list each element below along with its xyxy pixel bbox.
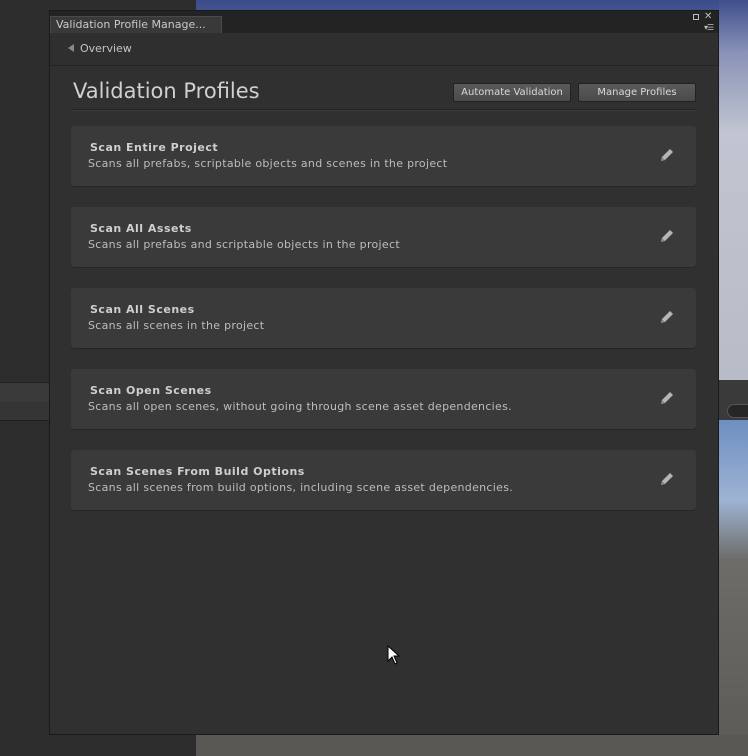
page-title: Validation Profiles (73, 79, 260, 103)
manage-profiles-button[interactable]: Manage Profiles (578, 83, 696, 102)
profile-name: Scan Open Scenes (90, 384, 212, 397)
profile-name: Scan All Assets (90, 222, 192, 235)
mouse-cursor-icon (387, 645, 401, 665)
scene-view-sky (719, 0, 748, 380)
menu-icon[interactable]: ▾☰ (704, 23, 714, 33)
editor-panel-header (0, 402, 50, 421)
profile-card[interactable]: Scan Entire Project Scans all prefabs, s… (71, 126, 696, 186)
breadcrumb: Overview (50, 33, 718, 66)
profile-list: Scan Entire Project Scans all prefabs, s… (71, 126, 696, 531)
pencil-icon[interactable] (658, 146, 676, 164)
profile-name: Scan Scenes From Build Options (90, 465, 305, 478)
scene-view-floor (196, 735, 748, 756)
profile-description: Scans all prefabs and scriptable objects… (88, 238, 400, 251)
profile-description: Scans all scenes in the project (88, 319, 265, 332)
profile-card[interactable]: Scan Scenes From Build Options Scans all… (71, 450, 696, 510)
title-divider (72, 109, 696, 111)
profile-description: Scans all open scenes, without going thr… (88, 400, 512, 413)
profile-card[interactable]: Scan Open Scenes Scans all open scenes, … (71, 369, 696, 429)
chevron-left-icon[interactable] (68, 44, 74, 52)
scene-search-field[interactable] (727, 404, 748, 418)
close-icon[interactable]: ✕ (704, 12, 712, 22)
profile-description: Scans all prefabs, scriptable objects an… (88, 157, 448, 170)
scene-view-ground (719, 380, 748, 756)
profile-name: Scan All Scenes (90, 303, 195, 316)
profile-name: Scan Entire Project (90, 141, 219, 154)
profile-description: Scans all scenes from build options, inc… (88, 481, 514, 494)
window-tabbar: Validation Profile Manage... ✕ ▾☰ (50, 11, 718, 33)
window-tab[interactable]: Validation Profile Manage... (50, 16, 222, 33)
pencil-icon[interactable] (658, 227, 676, 245)
pencil-icon[interactable] (658, 470, 676, 488)
editor-panel-toolbar (0, 382, 50, 403)
profile-card[interactable]: Scan All Scenes Scans all scenes in the … (71, 288, 696, 348)
validation-profile-manager-window: Validation Profile Manage... ✕ ▾☰ Overvi… (49, 10, 719, 735)
automate-validation-button[interactable]: Automate Validation (453, 83, 571, 102)
breadcrumb-overview[interactable]: Overview (80, 42, 132, 55)
pencil-icon[interactable] (658, 389, 676, 407)
maximize-icon[interactable] (693, 14, 699, 20)
pencil-icon[interactable] (658, 308, 676, 326)
profile-card[interactable]: Scan All Assets Scans all prefabs and sc… (71, 207, 696, 267)
